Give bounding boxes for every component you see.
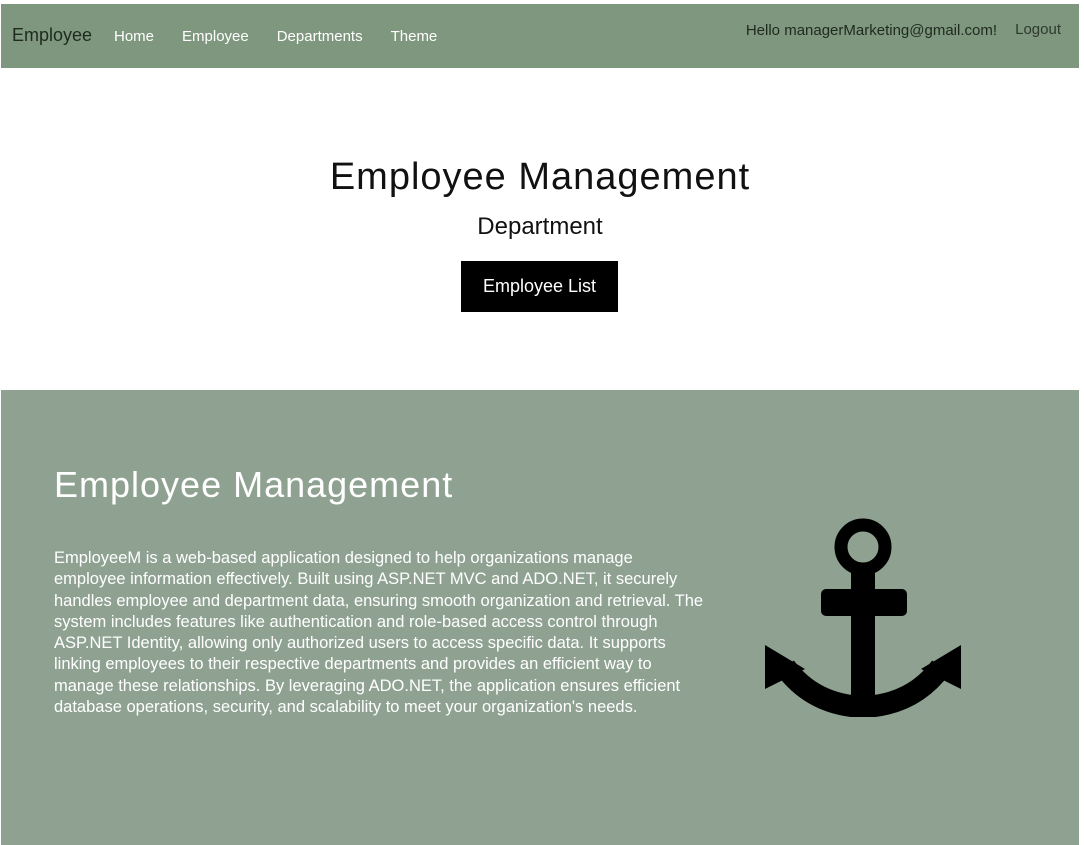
anchor-icon [763,517,963,719]
logout-button[interactable]: Logout [1015,21,1061,38]
nav-link-home[interactable]: Home [100,28,168,46]
about-title: Employee Management [54,464,454,505]
hero-title: Employee Management [329,156,751,198]
navbar: Employee Home Employee Departments Theme… [1,4,1079,68]
nav-link-departments[interactable]: Departments [263,28,377,46]
nav-links: Home Employee Departments Theme [100,28,451,46]
user-greeting[interactable]: Hello managerMarketing@gmail.com! [746,22,997,39]
employee-list-button[interactable]: Employee List [461,261,618,312]
page: Employee Home Employee Departments Theme… [1,4,1079,845]
about-section: Employee Management EmployeeM is a web-b… [1,390,1079,845]
about-description: EmployeeM is a web-based application des… [54,549,704,717]
hero-subtitle: Department [477,213,603,240]
nav-link-employee[interactable]: Employee [168,28,263,46]
brand-link[interactable]: Employee [12,25,92,46]
hero-section: Employee Management Department Employee … [1,68,1079,390]
nav-link-theme[interactable]: Theme [377,28,452,46]
